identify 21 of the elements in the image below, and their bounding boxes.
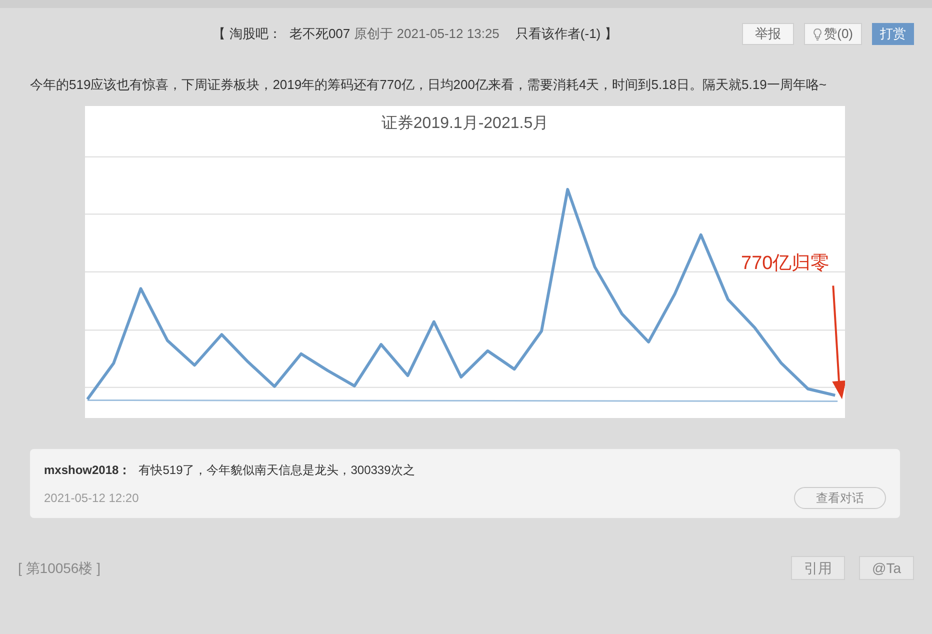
like-button[interactable]: 赞(0) (804, 23, 862, 45)
created-time: 原创于 2021-05-12 13:25 (354, 25, 500, 44)
reply-user[interactable]: mxshow2018： (44, 461, 131, 479)
forum-name: 淘股吧： (229, 25, 282, 44)
arrow-icon (832, 286, 845, 400)
view-conversation-button[interactable]: 查看对话 (794, 487, 886, 509)
chart-annotation: 770亿归零 (741, 252, 830, 276)
quote-button[interactable]: 引用 (791, 556, 845, 580)
reward-button[interactable]: 打赏 (872, 23, 914, 45)
lightbulb-icon (813, 28, 822, 40)
report-button[interactable]: 举报 (742, 23, 794, 45)
only-author-link[interactable]: 只看该作者(-1) (515, 24, 601, 44)
author-link[interactable]: 老不死007 (289, 24, 350, 44)
post-text: 今年的519应该也有惊喜，下周证券板块，2019年的筹码还有770亿，日均200亿来看，需要消耗4天，时间到5.18日。隔天就5.19一周年咯~ (30, 76, 828, 94)
bracket: 【 (212, 25, 226, 44)
bracket: 】 (604, 25, 618, 44)
reply-text: 有快519了，今年貌似南天信息是龙头，300339次之 (138, 462, 415, 479)
floor-number: [ 第10056楼 ] (18, 558, 100, 578)
chart-title: 证券2019.1月-2021.5月 (381, 114, 549, 134)
mention-button[interactable]: @Ta (859, 556, 914, 580)
reply-time: 2021-05-12 12:20 (44, 490, 139, 507)
